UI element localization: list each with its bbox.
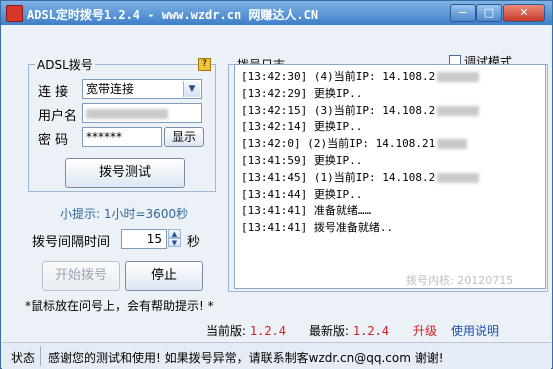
dial-test-button[interactable]: 拨号测试 [65, 158, 185, 188]
adsl-group-legend: ADSL拨号 [37, 58, 93, 72]
status-divider [40, 346, 41, 366]
username-redacted [86, 108, 168, 119]
interval-input[interactable]: 15 [121, 229, 167, 249]
log-textarea[interactable]: [13:42:30] (4)当前IP: 14.108.2 [13:42:29] … [234, 64, 546, 289]
current-version: 当前版: 1.2.4 [206, 322, 286, 339]
connection-select-value: 宽带连接 [86, 82, 135, 96]
usage-help-link[interactable]: 使用说明 [451, 322, 499, 339]
app-icon [6, 5, 23, 22]
maximize-button[interactable]: □ [476, 4, 502, 22]
interval-unit: 秒 [187, 235, 201, 250]
log-line: [13:41:41] 准备就绪…… [241, 204, 372, 218]
latest-version-label: 最新版: [309, 324, 350, 338]
minimize-button[interactable]: − [450, 4, 476, 22]
log-line: [13:42:15] (3)当前IP: 14.108.2 [241, 103, 545, 120]
username-field[interactable] [82, 103, 202, 123]
status-text: 感谢您的测试和使用! 如果拨号异常，请联系制客wzdr.cn@qq.com 谢谢… [48, 351, 444, 365]
spin-up-icon[interactable]: ▲ [168, 229, 181, 238]
status-caption: 状态 [11, 351, 36, 365]
username-label: 用户名 [38, 109, 78, 124]
password-field[interactable]: ****** [82, 127, 162, 147]
log-line: [13:41:59] 更换IP.. [241, 153, 363, 167]
current-version-value: 1.2.4 [249, 324, 286, 338]
latest-version: 最新版: 1.2.4 [309, 322, 389, 339]
connection-select[interactable]: 宽带连接 ▼ [82, 79, 202, 99]
help-icon[interactable]: ? [198, 58, 211, 71]
title-bar[interactable]: ADSL定时拨号1.2.4 - www.wzdr.cn 网赚达人.CN − □ … [1, 1, 552, 25]
tip-text: 小提示: 1小时=3600秒 [60, 207, 189, 221]
connection-label: 连 接 [38, 85, 69, 100]
upgrade-link[interactable]: 升级 [413, 322, 437, 339]
log-line: [13:42:14] 更换IP.. [241, 120, 363, 134]
current-version-label: 当前版: [206, 324, 247, 338]
kernel-version: 拨号内核: 20120715 [406, 274, 514, 287]
log-line: [13:42:0] (2)当前IP: 14.108.21 [241, 136, 545, 153]
interval-label: 拨号间隔时间 [32, 235, 111, 250]
status-bar: 状态 感谢您的测试和使用! 如果拨号异常，请联系制客wzdr.cn@qq.com… [2, 342, 551, 369]
spin-down-icon[interactable]: ▼ [168, 238, 181, 247]
app-window: ADSL定时拨号1.2.4 - www.wzdr.cn 网赚达人.CN − □ … [0, 0, 553, 369]
log-line: [13:41:44] 更换IP.. [241, 187, 363, 201]
chevron-down-icon[interactable]: ▼ [183, 81, 200, 97]
show-password-button[interactable]: 显示 [164, 127, 204, 147]
log-line: [13:41:41] 拨号准备就绪.. [241, 221, 394, 235]
log-line: [13:42:30] (4)当前IP: 14.108.2 [241, 69, 545, 86]
start-dial-button[interactable]: 开始拨号 [42, 261, 120, 291]
stop-button[interactable]: 停止 [125, 261, 203, 291]
close-button[interactable]: ✕ [503, 4, 545, 22]
log-line: [13:41:45] (1)当前IP: 14.108.2 [241, 170, 545, 187]
log-line: [13:42:29] 更换IP.. [241, 86, 363, 100]
window-title: ADSL定时拨号1.2.4 - www.wzdr.cn 网赚达人.CN [27, 8, 319, 22]
hint-text: *鼠标放在问号上，会有帮助提示! * [25, 299, 214, 313]
client-area: ADSL拨号 ? 连 接 宽带连接 ▼ 用户名 密 码 ****** 显示 拨号… [2, 26, 551, 369]
latest-version-value: 1.2.4 [352, 324, 389, 338]
password-label: 密 码 [38, 133, 69, 148]
